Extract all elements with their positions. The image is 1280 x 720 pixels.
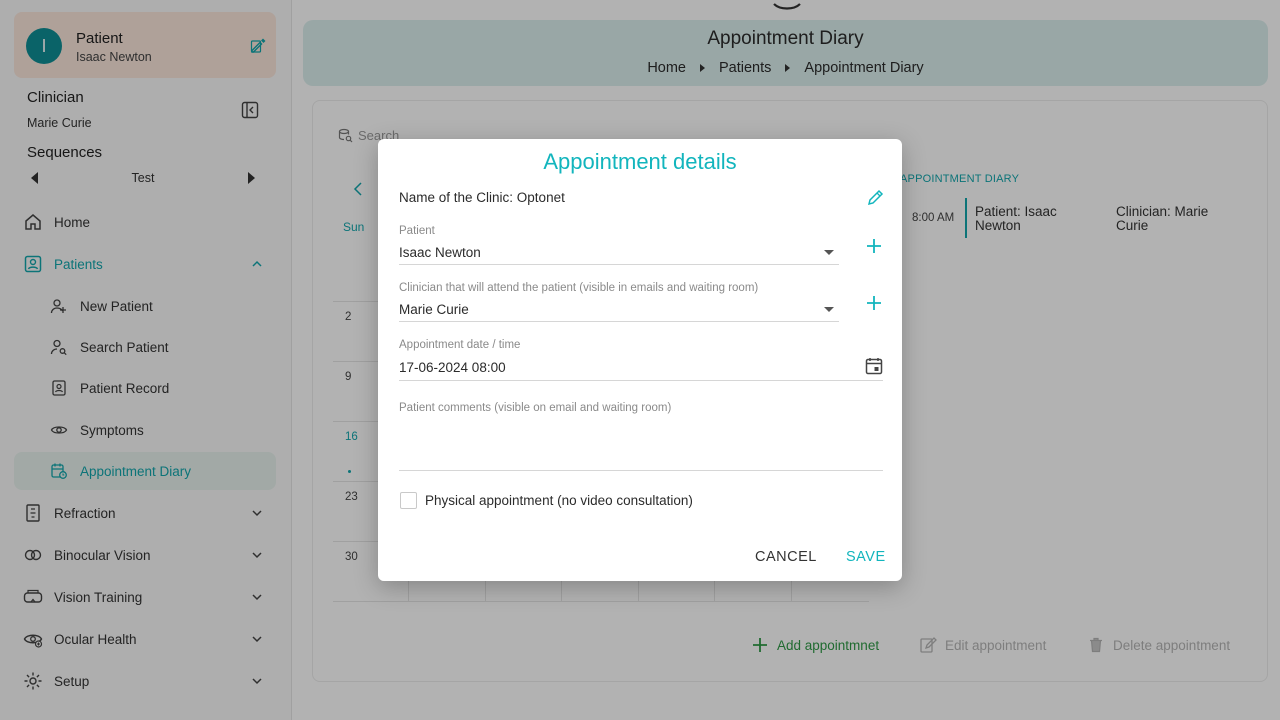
calendar-icon[interactable] bbox=[865, 357, 883, 375]
comments-textarea[interactable] bbox=[399, 422, 883, 467]
date-time-input[interactable]: 17-06-2024 08:00 bbox=[399, 360, 506, 375]
pencil-icon[interactable] bbox=[866, 189, 884, 207]
add-clinician-icon[interactable] bbox=[865, 294, 883, 312]
add-patient-icon[interactable] bbox=[865, 237, 883, 255]
clinician-field-underline bbox=[399, 321, 839, 322]
clinician-field-label: Clinician that will attend the patient (… bbox=[399, 282, 759, 294]
comments-field-underline bbox=[399, 470, 883, 471]
dialog-title: Appointment details bbox=[543, 149, 737, 174]
dropdown-arrow-icon[interactable] bbox=[824, 307, 834, 312]
physical-appointment-checkbox[interactable] bbox=[400, 492, 417, 509]
appointment-details-dialog: Appointment details Name of the Clinic: … bbox=[378, 139, 902, 581]
patient-field-underline bbox=[399, 264, 839, 265]
physical-appointment-label[interactable]: Physical appointment (no video consultat… bbox=[425, 493, 693, 508]
cancel-button[interactable]: CANCEL bbox=[755, 549, 817, 565]
comments-field-label: Patient comments (visible on email and w… bbox=[399, 402, 672, 414]
patient-field-label: Patient bbox=[399, 225, 435, 237]
clinic-name: Name of the Clinic: Optonet bbox=[399, 190, 565, 205]
date-field-label: Appointment date / time bbox=[399, 339, 521, 351]
clinician-select[interactable]: Marie Curie bbox=[399, 302, 469, 317]
patient-select[interactable]: Isaac Newton bbox=[399, 245, 481, 260]
dropdown-arrow-icon[interactable] bbox=[824, 250, 834, 255]
date-field-underline bbox=[399, 380, 883, 381]
save-button[interactable]: SAVE bbox=[846, 549, 886, 565]
